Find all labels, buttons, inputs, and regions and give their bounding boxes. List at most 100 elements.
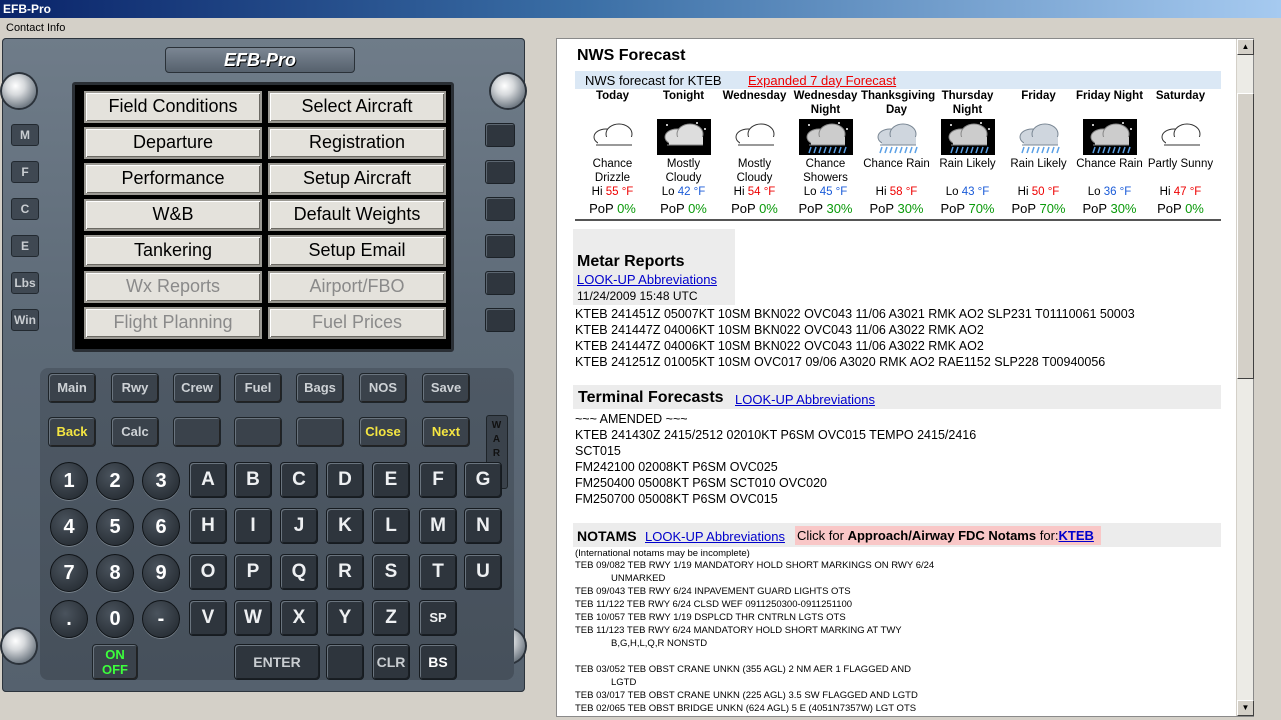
- alpha-key-i[interactable]: I: [234, 508, 272, 544]
- scroll-thumb[interactable]: [1237, 93, 1254, 379]
- alpha-key-e[interactable]: E: [372, 462, 410, 498]
- alpha-key-g[interactable]: G: [464, 462, 502, 498]
- menu-button-default-weights[interactable]: Default Weights: [268, 199, 446, 231]
- alpha-key-b[interactable]: B: [234, 462, 272, 498]
- func-key-main[interactable]: Main: [48, 373, 96, 403]
- pop-label: PoP: [1082, 201, 1107, 216]
- menu-button-setup-aircraft[interactable]: Setup Aircraft: [268, 163, 446, 195]
- alpha-key-z[interactable]: Z: [372, 600, 410, 636]
- alpha-key-t[interactable]: T: [419, 554, 457, 590]
- alpha-key-d[interactable]: D: [326, 462, 364, 498]
- menu-button-performance[interactable]: Performance: [84, 163, 262, 195]
- right-side-button-1[interactable]: [485, 123, 515, 147]
- alpha-key-u[interactable]: U: [464, 554, 502, 590]
- func-key-bags[interactable]: Bags: [296, 373, 344, 403]
- vertical-scrollbar[interactable]: ▲ ▼: [1236, 39, 1254, 716]
- expanded-forecast-link[interactable]: Expanded 7 day Forecast: [748, 73, 896, 88]
- right-side-button-5[interactable]: [485, 271, 515, 295]
- forecast-period-name: Friday Night: [1075, 90, 1144, 102]
- blank-key[interactable]: [326, 644, 364, 680]
- alpha-key-l[interactable]: L: [372, 508, 410, 544]
- right-side-button-3[interactable]: [485, 197, 515, 221]
- bs-key[interactable]: BS: [419, 644, 457, 680]
- func-key-blank-4[interactable]: [296, 417, 344, 447]
- func-key-back[interactable]: Back: [48, 417, 96, 447]
- forecast-period-name: Thanksgiving Day: [861, 90, 936, 116]
- alpha-key-k[interactable]: K: [326, 508, 364, 544]
- func-key-crew[interactable]: Crew: [173, 373, 221, 403]
- menu-button-flight-planning[interactable]: Flight Planning: [84, 307, 262, 339]
- notams-lookup-link[interactable]: LOOK-UP Abbreviations: [645, 529, 785, 544]
- menu-button-airport-fbo[interactable]: Airport/FBO: [268, 271, 446, 303]
- menu-button-w-b[interactable]: W&B: [84, 199, 262, 231]
- alpha-key-sp[interactable]: SP: [419, 600, 457, 636]
- metar-lookup-link[interactable]: LOOK-UP Abbreviations: [577, 272, 717, 287]
- alpha-key-h[interactable]: H: [189, 508, 227, 544]
- fdc-airport-link[interactable]: KTEB: [1059, 528, 1094, 543]
- alpha-key-n[interactable]: N: [464, 508, 502, 544]
- num-key-7[interactable]: 7: [50, 554, 88, 592]
- num-key-2[interactable]: 2: [96, 462, 134, 500]
- weather-report-pane: NWS Forecast NWS forecast for KTEB Expan…: [556, 38, 1254, 717]
- alpha-key-c[interactable]: C: [280, 462, 318, 498]
- alpha-key-f[interactable]: F: [419, 462, 457, 498]
- menu-button-field-conditions[interactable]: Field Conditions: [84, 91, 262, 123]
- side-key-c[interactable]: C: [11, 198, 39, 220]
- menu-button-departure[interactable]: Departure: [84, 127, 262, 159]
- side-key-m[interactable]: M: [11, 124, 39, 146]
- menu-contact-info[interactable]: Contact Info: [6, 22, 65, 34]
- alpha-key-q[interactable]: Q: [280, 554, 318, 590]
- menu-button-wx-reports[interactable]: Wx Reports: [84, 271, 262, 303]
- num-key-6[interactable]: 6: [142, 508, 180, 546]
- func-key-calc[interactable]: Calc: [111, 417, 159, 447]
- num-key-8[interactable]: 8: [96, 554, 134, 592]
- alpha-key-w[interactable]: W: [234, 600, 272, 636]
- num-key-5[interactable]: 5: [96, 508, 134, 546]
- alpha-key-p[interactable]: P: [234, 554, 272, 590]
- func-key-save[interactable]: Save: [422, 373, 470, 403]
- num-key-1[interactable]: 1: [50, 462, 88, 500]
- side-key-f[interactable]: F: [11, 161, 39, 183]
- alpha-key-m[interactable]: M: [419, 508, 457, 544]
- side-key-lbs[interactable]: Lbs: [11, 272, 39, 294]
- alpha-key-x[interactable]: X: [280, 600, 318, 636]
- alpha-key-o[interactable]: O: [189, 554, 227, 590]
- enter-key[interactable]: ENTER: [234, 644, 320, 680]
- on-off-key[interactable]: ON OFF: [92, 644, 138, 680]
- menu-button-fuel-prices[interactable]: Fuel Prices: [268, 307, 446, 339]
- num-key-dot[interactable]: .: [50, 600, 88, 638]
- alpha-key-s[interactable]: S: [372, 554, 410, 590]
- menu-button-setup-email[interactable]: Setup Email: [268, 235, 446, 267]
- clr-key[interactable]: CLR: [372, 644, 410, 680]
- alpha-key-j[interactable]: J: [280, 508, 318, 544]
- forecast-temp-value: 42 °F: [677, 186, 706, 198]
- scroll-down-icon[interactable]: ▼: [1237, 700, 1254, 716]
- func-key-blank-2[interactable]: [173, 417, 221, 447]
- menu-button-tankering[interactable]: Tankering: [84, 235, 262, 267]
- fdc-notams-box[interactable]: Click for Approach/Airway FDC Notams for…: [795, 526, 1101, 545]
- menu-button-select-aircraft[interactable]: Select Aircraft: [268, 91, 446, 123]
- right-side-button-2[interactable]: [485, 160, 515, 184]
- taf-lookup-link[interactable]: LOOK-UP Abbreviations: [735, 392, 875, 407]
- right-side-button-4[interactable]: [485, 234, 515, 258]
- side-key-e[interactable]: E: [11, 235, 39, 257]
- num-key-4[interactable]: 4: [50, 508, 88, 546]
- alpha-key-y[interactable]: Y: [326, 600, 364, 636]
- num-key-3[interactable]: 3: [142, 462, 180, 500]
- alpha-key-r[interactable]: R: [326, 554, 364, 590]
- right-side-button-7[interactable]: [485, 308, 515, 332]
- num-key-9[interactable]: 9: [142, 554, 180, 592]
- num-key-0[interactable]: 0: [96, 600, 134, 638]
- func-key-next[interactable]: Next: [422, 417, 470, 447]
- func-key-close[interactable]: Close: [359, 417, 407, 447]
- func-key-nos[interactable]: NOS: [359, 373, 407, 403]
- func-key-fuel[interactable]: Fuel: [234, 373, 282, 403]
- menu-button-registration[interactable]: Registration: [268, 127, 446, 159]
- func-key-blank-3[interactable]: [234, 417, 282, 447]
- alpha-key-v[interactable]: V: [189, 600, 227, 636]
- func-key-rwy[interactable]: Rwy: [111, 373, 159, 403]
- alpha-key-a[interactable]: A: [189, 462, 227, 498]
- scroll-up-icon[interactable]: ▲: [1237, 39, 1254, 55]
- num-key-minus[interactable]: -: [142, 600, 180, 638]
- side-key-win[interactable]: Win: [11, 309, 39, 331]
